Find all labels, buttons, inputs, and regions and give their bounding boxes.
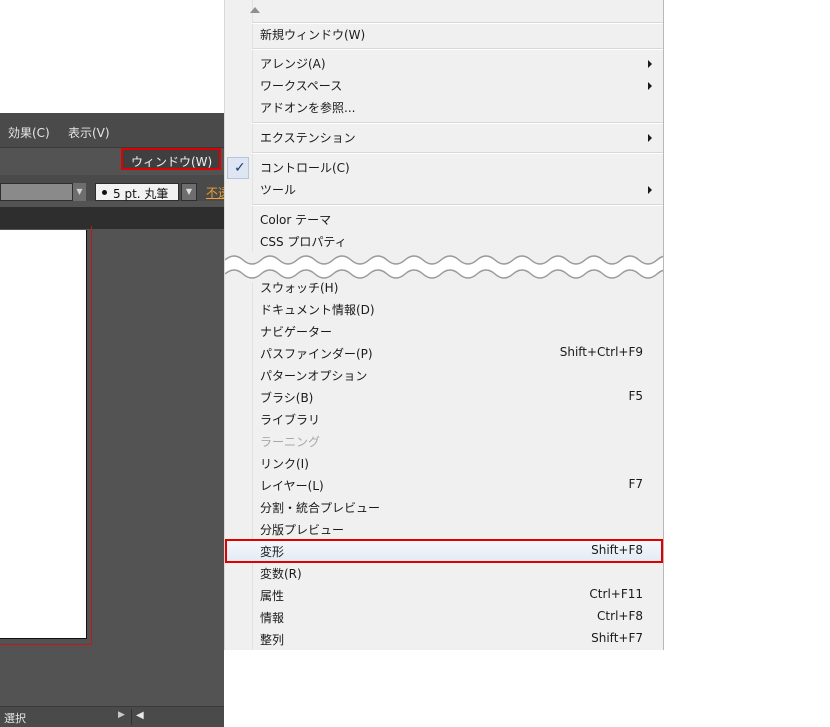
opacity-link[interactable]: 不透 — [206, 184, 224, 201]
menu-item-label: エクステンション — [260, 131, 356, 145]
menu-view[interactable]: 表示(V) — [68, 124, 110, 141]
menu-item-shortcut: Shift+F8 — [591, 543, 643, 557]
menu-item-label: 変形 — [260, 545, 285, 559]
menu-item-control[interactable]: コントロール(C) — [225, 156, 663, 178]
menu-item-label: コントロール(C) — [260, 161, 350, 175]
status-divider — [131, 709, 132, 725]
menu-item-label: ナビゲーター — [260, 325, 333, 339]
menu-item-label: 分版プレビュー — [260, 523, 345, 537]
menu-item-libraries[interactable]: ライブラリ — [225, 408, 663, 430]
menu-item-label: 分割・統合プレビュー — [260, 501, 381, 515]
submenu-arrow-icon — [648, 134, 652, 142]
menu-item-label: スウォッチ(H) — [260, 281, 339, 295]
menu-item-workspace[interactable]: ワークスペース — [225, 74, 663, 96]
menu-effect[interactable]: 効果(C) — [8, 124, 50, 141]
menu-item-color-theme[interactable]: Color テーマ — [225, 208, 663, 230]
separator — [252, 122, 663, 124]
control-bar: ▼ 5 pt. 丸筆 ▼ 不透 — [0, 175, 224, 201]
menu-item-info[interactable]: 情報 Ctrl+F8 — [225, 606, 663, 628]
artboard[interactable] — [0, 230, 87, 639]
menu-window-label: ウィンドウ(W) — [131, 155, 213, 169]
menu-item-attributes[interactable]: 属性 Ctrl+F11 — [225, 584, 663, 606]
menu-item-document-info[interactable]: ドキュメント情報(D) — [225, 298, 663, 320]
chevron-down-icon[interactable]: ▼ — [72, 183, 86, 201]
menu-item-label: Color テーマ — [260, 213, 332, 227]
scroll-left-icon[interactable]: ◀ — [136, 710, 144, 721]
menu-item-separations-preview[interactable]: 分版プレビュー — [225, 518, 663, 540]
menu-item-shortcut: Ctrl+F11 — [589, 587, 643, 601]
play-icon[interactable]: ▶ — [118, 710, 125, 720]
brush-definition-field[interactable]: 5 pt. 丸筆 — [95, 183, 179, 201]
menu-item-browse-addons[interactable]: アドオンを参照... — [225, 96, 663, 118]
submenu-arrow-icon — [648, 186, 652, 194]
menu-item-label: ラーニング — [260, 435, 321, 449]
menu-item-align[interactable]: 整列 Shift+F7 — [225, 628, 663, 650]
submenu-arrow-icon — [648, 82, 652, 90]
menu-item-pathfinder[interactable]: パスファインダー(P) Shift+Ctrl+F9 — [225, 342, 663, 364]
window-menu-dropdown: 新規ウィンドウ(W) アレンジ(A) ワークスペース アドオンを参照... エク… — [224, 0, 664, 650]
menu-item-label: ツール — [260, 183, 297, 197]
menu-item-learning: ラーニング — [225, 430, 663, 452]
menu-item-label: CSS プロパティ — [260, 235, 347, 249]
menu-item-label: パスファインダー(P) — [260, 347, 373, 361]
menu-item-new-window[interactable]: 新規ウィンドウ(W) — [225, 23, 663, 45]
menu-item-transform[interactable]: 変形 Shift+F8 — [225, 540, 663, 562]
menu-item-label: ワークスペース — [260, 79, 343, 93]
menu-item-links[interactable]: リンク(I) — [225, 452, 663, 474]
menu-item-flattener-preview[interactable]: 分割・統合プレビュー — [225, 496, 663, 518]
menu-item-shortcut: Shift+Ctrl+F9 — [559, 345, 643, 359]
menu-item-label: ライブラリ — [260, 413, 321, 427]
menu-item-brushes[interactable]: ブラシ(B) F5 — [225, 386, 663, 408]
menu-item-label: 情報 — [260, 611, 285, 625]
brush-dropdown-icon[interactable]: ▼ — [181, 183, 197, 201]
menu-item-shortcut: Ctrl+F8 — [597, 609, 643, 623]
menu-item-label: 属性 — [260, 589, 285, 603]
menu-item-label: アレンジ(A) — [260, 57, 326, 71]
status-bar: 選択 ▶ ◀ — [0, 706, 224, 727]
menu-item-label: ブラシ(B) — [260, 391, 314, 405]
menu-item-shortcut: F5 — [628, 389, 643, 403]
menu-item-tools[interactable]: ツール — [225, 178, 663, 200]
illustrator-window: 効果(C) 表示(V) ウィンドウ(W) ▼ 5 pt. 丸筆 ▼ 不透 選択 … — [0, 113, 224, 727]
menu-item-label: 新規ウィンドウ(W) — [260, 28, 366, 42]
menu-item-label: アドオンを参照... — [260, 101, 356, 115]
separator — [252, 152, 663, 154]
scroll-up-icon[interactable] — [250, 7, 260, 13]
menu-item-label: レイヤー(L) — [260, 479, 324, 493]
separator — [252, 48, 663, 50]
menu-item-shortcut: Shift+F7 — [591, 631, 643, 645]
menu-item-arrange[interactable]: アレンジ(A) — [225, 52, 663, 74]
menu-item-navigator[interactable]: ナビゲーター — [225, 320, 663, 342]
menu-item-css-properties[interactable]: CSS プロパティ — [225, 230, 663, 252]
menu-item-label: ドキュメント情報(D) — [260, 303, 375, 317]
menu-item-layers[interactable]: レイヤー(L) F7 — [225, 474, 663, 496]
menu-bar: 効果(C) 表示(V) — [0, 113, 224, 148]
menu-item-variables[interactable]: 変数(R) — [225, 562, 663, 584]
menu-item-swatches[interactable]: スウォッチ(H) — [225, 276, 663, 298]
separator — [252, 204, 663, 206]
menu-item-label: リンク(I) — [260, 457, 309, 471]
menu-item-pattern-options[interactable]: パターンオプション — [225, 364, 663, 386]
brush-dot-icon — [102, 190, 107, 195]
submenu-arrow-icon — [648, 60, 652, 68]
status-label: 選択 — [4, 712, 26, 725]
menu-item-shortcut: F7 — [628, 477, 643, 491]
menu-window[interactable]: ウィンドウ(W) — [121, 148, 221, 170]
menu-item-label: パターンオプション — [260, 369, 368, 383]
menu-item-extensions[interactable]: エクステンション — [225, 126, 663, 148]
menu-item-label: 整列 — [260, 633, 285, 647]
brush-label: 5 pt. 丸筆 — [113, 187, 169, 201]
menu-item-label: 変数(R) — [260, 567, 302, 581]
